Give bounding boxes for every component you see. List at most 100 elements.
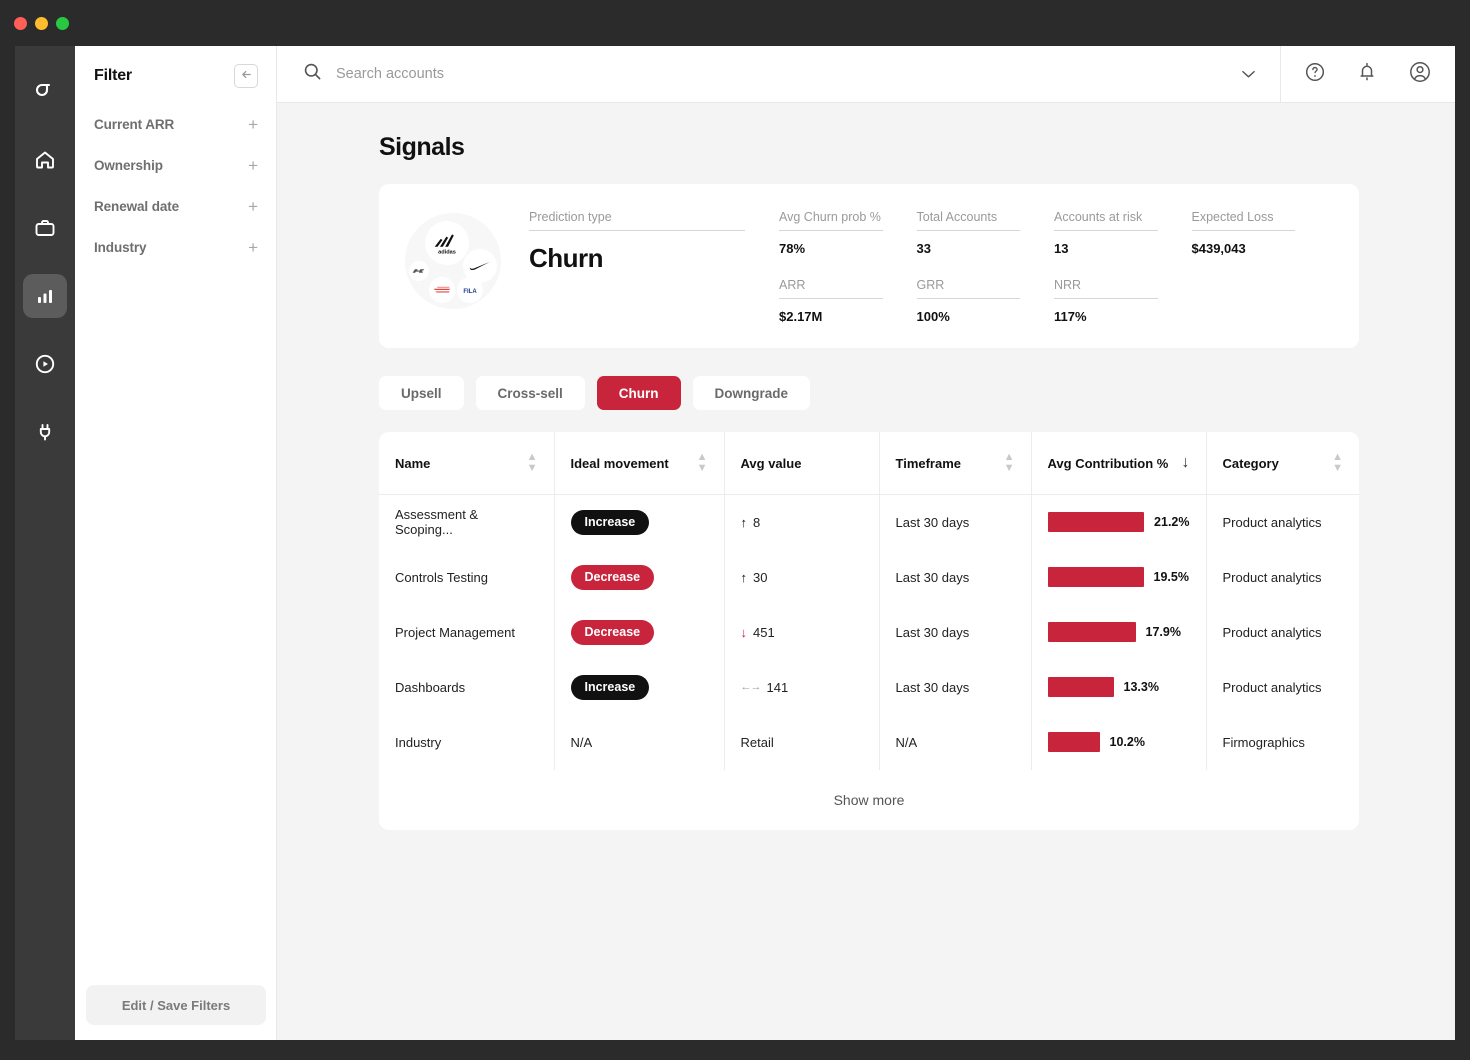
- plus-icon[interactable]: +: [248, 157, 258, 174]
- sigma-logo-icon: [32, 79, 58, 105]
- sort-icon[interactable]: ▲ ▼: [1004, 452, 1015, 474]
- cell-avg-contribution: 10.2%: [1031, 714, 1207, 770]
- sidebar-item-playbooks[interactable]: [23, 342, 67, 386]
- table-header-row: Name ▲ ▼ Ideal movement ▲ ▼ Avg value Ti…: [379, 432, 1359, 495]
- cell-avg-value: ←→ 141: [724, 659, 880, 715]
- search-input[interactable]: [336, 66, 1227, 82]
- cell-timeframe: Last 30 days: [879, 494, 1032, 550]
- cell-timeframe: N/A: [879, 714, 1032, 770]
- sort-icon[interactable]: ▲ ▼: [527, 452, 538, 474]
- prediction-type-label: Prediction type: [529, 210, 745, 231]
- cell-avg-contribution: 19.5%: [1031, 549, 1207, 605]
- metric-total-accounts: Total Accounts 33: [916, 210, 1055, 256]
- app-content: Filter Current ARR + Ownership + Renewal…: [75, 46, 1455, 1040]
- contribution-bar: [1047, 567, 1144, 587]
- plug-icon: [33, 420, 57, 444]
- sort-icon[interactable]: ▲ ▼: [1332, 452, 1343, 474]
- account-icon[interactable]: [1407, 59, 1433, 90]
- arrow-down-icon: ↓: [740, 624, 748, 640]
- tab-churn[interactable]: Churn: [596, 376, 681, 410]
- metric-label: GRR: [916, 278, 1020, 299]
- close-window-button[interactable]: [14, 17, 27, 30]
- collapse-sidebar-button[interactable]: [234, 64, 258, 88]
- arrow-up-icon: ↑: [740, 514, 748, 530]
- sort-desc-icon[interactable]: ↓: [1182, 455, 1190, 471]
- filter-list: Current ARR + Ownership + Renewal date +…: [75, 104, 276, 268]
- contribution-label: 17.9%: [1145, 625, 1181, 639]
- arrow-left-icon: [240, 68, 253, 84]
- app-window: Filter Current ARR + Ownership + Renewal…: [0, 0, 1470, 1060]
- cell-category: Product analytics: [1222, 569, 1322, 585]
- column-header-ideal-movement[interactable]: Ideal movement ▲ ▼: [554, 432, 725, 495]
- filter-item-label: Renewal date: [94, 199, 180, 214]
- cell-avg-value: Retail: [724, 714, 880, 770]
- contribution-label: 21.2%: [1154, 515, 1190, 530]
- tab-cross-sell[interactable]: Cross-sell: [475, 376, 585, 410]
- summary-card: adidas FILA Prediction type Churn Avg Ch…: [379, 184, 1359, 348]
- plus-icon[interactable]: +: [248, 116, 258, 133]
- table-row[interactable]: Industry N/A Retail N/A 10.2% Firmograph…: [379, 714, 1359, 770]
- edit-save-filters-button[interactable]: Edit / Save Filters: [86, 985, 266, 1025]
- help-icon[interactable]: [1303, 60, 1327, 89]
- chevron-down-icon[interactable]: [1241, 67, 1262, 82]
- cell-ideal-movement: Decrease: [554, 549, 725, 605]
- sidebar-item-analytics[interactable]: [23, 274, 67, 318]
- metrics-grid-spacer: [1192, 278, 1330, 324]
- tab-upsell[interactable]: Upsell: [379, 376, 464, 410]
- metric-label: Total Accounts: [916, 210, 1020, 231]
- column-header-category[interactable]: Category ▲ ▼: [1206, 432, 1359, 495]
- show-more-button[interactable]: Show more: [379, 770, 1359, 830]
- metric-value: 100%: [916, 309, 950, 324]
- cell-name: Industry: [379, 714, 555, 770]
- page-title: Signals: [379, 133, 465, 161]
- filter-item-industry[interactable]: Industry +: [75, 227, 276, 268]
- cell-category: Product analytics: [1222, 679, 1322, 695]
- movement-badge: Increase: [570, 674, 650, 700]
- bar-chart-icon: [34, 285, 56, 307]
- sort-icon[interactable]: ▲ ▼: [697, 452, 708, 474]
- main-column: Signals adida: [277, 46, 1455, 1040]
- table-row[interactable]: Assessment & Scoping... Increase ↑ 8 Las…: [379, 494, 1359, 550]
- column-header-name[interactable]: Name ▲ ▼: [379, 432, 555, 495]
- column-header-avg-value[interactable]: Avg value: [724, 432, 880, 495]
- filter-item-renewal-date[interactable]: Renewal date +: [75, 186, 276, 227]
- filter-item-current-arr[interactable]: Current ARR +: [75, 104, 276, 145]
- minimize-window-button[interactable]: [35, 17, 48, 30]
- cell-avg-contribution: 17.9%: [1031, 604, 1207, 660]
- contribution-label: 19.5%: [1153, 570, 1189, 584]
- cell-timeframe: Last 30 days: [879, 659, 1032, 715]
- column-label: Avg Contribution %: [1047, 455, 1169, 471]
- maximize-window-button[interactable]: [56, 17, 69, 30]
- logo-fila: FILA: [457, 277, 483, 303]
- table-row[interactable]: Controls Testing Decrease ↑ 30 Last 30 d…: [379, 549, 1359, 605]
- metric-label: NRR: [1054, 278, 1158, 299]
- svg-text:FILA: FILA: [463, 288, 477, 294]
- avg-value-text: 451: [753, 624, 775, 640]
- plus-icon[interactable]: +: [248, 198, 258, 215]
- metric-value: $2.17M: [779, 309, 823, 324]
- contribution-bar: [1047, 732, 1100, 752]
- metric-value: $439,043: [1191, 241, 1246, 256]
- bell-icon[interactable]: [1355, 60, 1379, 89]
- filter-title: Filter: [94, 67, 132, 84]
- sidebar-item-home[interactable]: [23, 138, 67, 182]
- metric-value: 33: [916, 241, 931, 256]
- cell-name: Dashboards: [379, 659, 555, 715]
- briefcase-icon: [33, 216, 57, 240]
- avg-value-text: 30: [753, 569, 768, 585]
- metric-value: 13: [1054, 241, 1069, 256]
- sidebar-item-sigma-logo[interactable]: [23, 70, 67, 114]
- cell-category: Product analytics: [1222, 514, 1322, 530]
- sidebar-item-accounts[interactable]: [23, 206, 67, 250]
- column-header-avg-contribution[interactable]: Avg Contribution % ↓: [1031, 432, 1207, 495]
- tab-downgrade[interactable]: Downgrade: [692, 376, 811, 410]
- metric-avg-churn-prob: Avg Churn prob % 78%: [779, 210, 917, 256]
- plus-icon[interactable]: +: [248, 239, 258, 256]
- filter-item-ownership[interactable]: Ownership +: [75, 145, 276, 186]
- table-row[interactable]: Project Management Decrease ↓ 451 Last 3…: [379, 604, 1359, 660]
- sidebar-item-integrations[interactable]: [23, 410, 67, 454]
- logo-brand-red: [429, 277, 455, 303]
- metric-label: Avg Churn prob %: [779, 210, 883, 231]
- column-header-timeframe[interactable]: Timeframe ▲ ▼: [879, 432, 1032, 495]
- table-row[interactable]: Dashboards Increase ←→ 141 Last 30 days …: [379, 659, 1359, 715]
